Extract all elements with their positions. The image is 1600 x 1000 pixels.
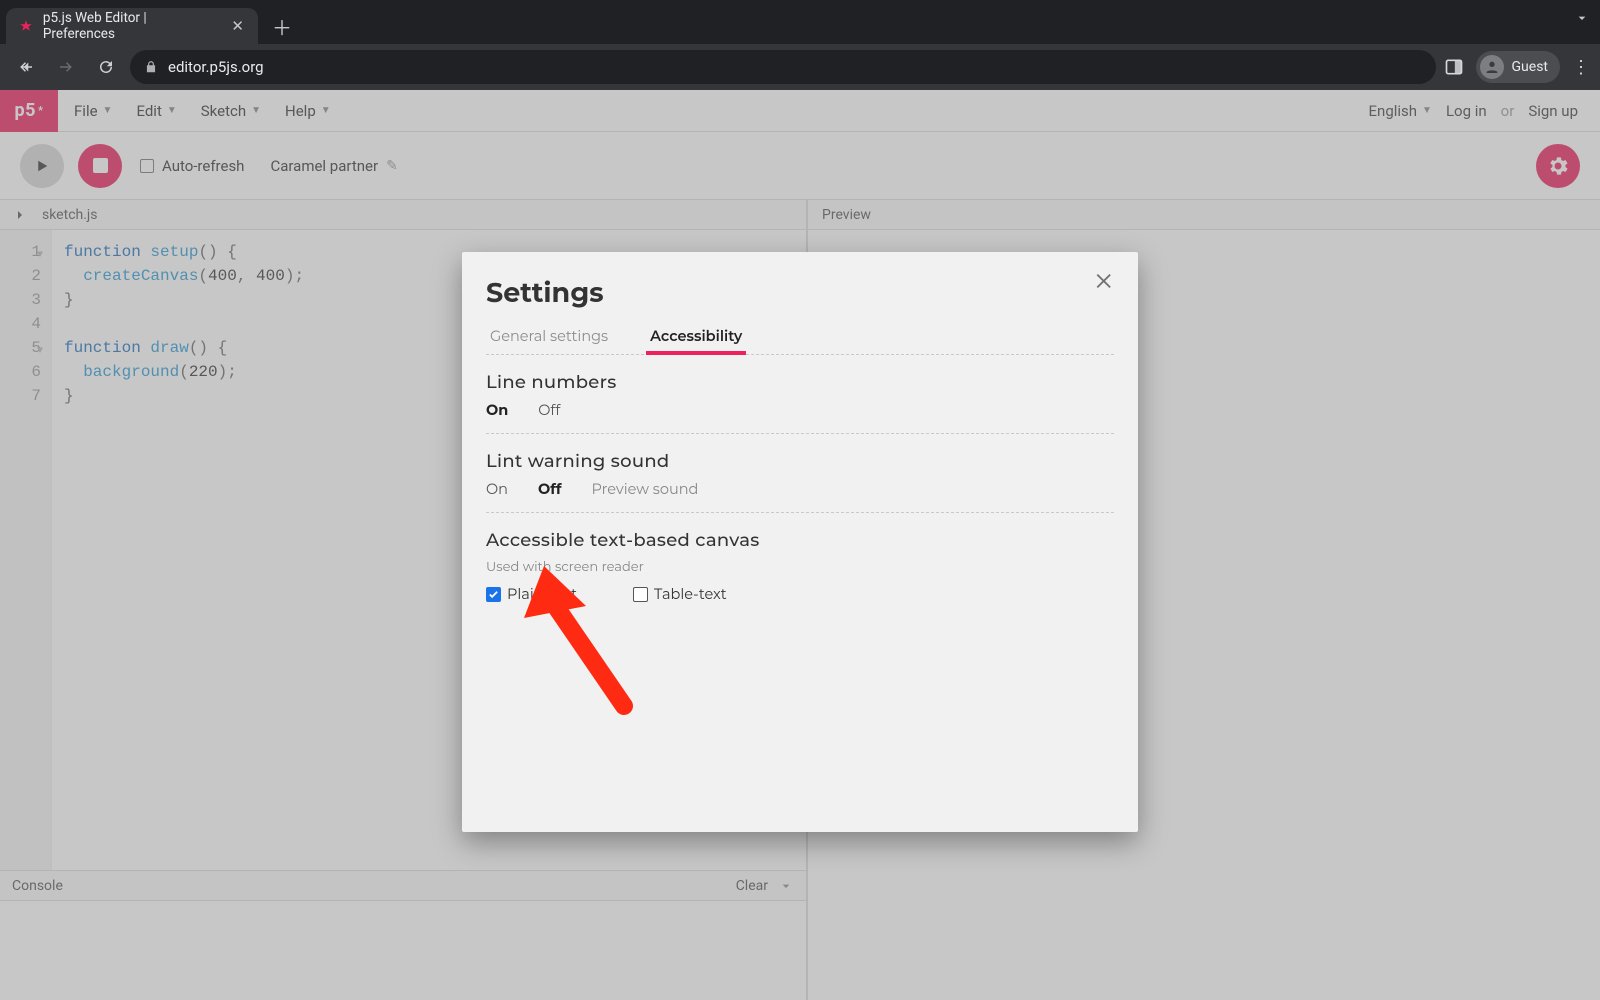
forward-button[interactable] bbox=[50, 51, 82, 83]
settings-title: Settings bbox=[486, 276, 1114, 309]
close-modal-button[interactable] bbox=[1094, 270, 1116, 292]
tab-accessibility[interactable]: Accessibility bbox=[646, 327, 746, 354]
p5-editor-app: p5* File▼ Edit▼ Sketch▼ Help▼ English▼ L… bbox=[0, 90, 1600, 1000]
section-title: Lint warning sound bbox=[486, 450, 1114, 472]
checkbox-checked-icon bbox=[486, 587, 501, 602]
side-panel-icon[interactable] bbox=[1444, 57, 1464, 77]
preview-sound-button[interactable]: Preview sound bbox=[592, 480, 699, 498]
close-tab-icon[interactable]: ✕ bbox=[229, 17, 246, 36]
line-numbers-on[interactable]: On bbox=[486, 401, 508, 419]
tab-strip: p5.js Web Editor | Preferences ✕ ＋ bbox=[0, 0, 1600, 44]
section-title: Line numbers bbox=[486, 371, 1114, 393]
settings-modal: Settings General settings Accessibility … bbox=[462, 252, 1138, 832]
reload-button[interactable] bbox=[90, 51, 122, 83]
checkbox-unchecked-icon bbox=[633, 587, 648, 602]
section-accessible-canvas: Accessible text-based canvas Used with s… bbox=[486, 513, 1114, 617]
section-hint: Used with screen reader bbox=[486, 559, 1114, 575]
menu-icon[interactable]: ⋮ bbox=[1572, 57, 1590, 78]
window-controls bbox=[1574, 10, 1590, 26]
tab-general[interactable]: General settings bbox=[486, 327, 612, 354]
avatar-icon bbox=[1480, 55, 1504, 79]
section-title: Accessible text-based canvas bbox=[486, 529, 1114, 551]
profile-chip[interactable]: Guest bbox=[1476, 51, 1560, 83]
address-bar[interactable]: editor.p5js.org bbox=[130, 50, 1436, 84]
table-text-label: Table-text bbox=[654, 585, 727, 603]
plain-text-label: Plain-text bbox=[507, 585, 577, 603]
back-button[interactable] bbox=[10, 51, 42, 83]
lock-icon bbox=[144, 60, 158, 74]
lint-sound-on[interactable]: On bbox=[486, 480, 508, 498]
table-text-checkbox[interactable]: Table-text bbox=[633, 585, 727, 603]
browser-chrome: p5.js Web Editor | Preferences ✕ ＋ edito… bbox=[0, 0, 1600, 90]
browser-toolbar: editor.p5js.org Guest ⋮ bbox=[0, 44, 1600, 90]
line-numbers-off[interactable]: Off bbox=[538, 401, 560, 419]
tab-title: p5.js Web Editor | Preferences bbox=[43, 10, 221, 42]
plain-text-checkbox[interactable]: Plain-text bbox=[486, 585, 577, 603]
settings-tabs: General settings Accessibility bbox=[486, 327, 1114, 355]
lint-sound-off[interactable]: Off bbox=[538, 480, 562, 498]
browser-tab[interactable]: p5.js Web Editor | Preferences ✕ bbox=[6, 8, 258, 44]
chevron-down-icon[interactable] bbox=[1574, 10, 1590, 26]
profile-label: Guest bbox=[1512, 59, 1548, 75]
url-text: editor.p5js.org bbox=[168, 58, 264, 76]
new-tab-button[interactable]: ＋ bbox=[268, 12, 296, 40]
section-line-numbers: Line numbers On Off bbox=[486, 355, 1114, 434]
section-lint-sound: Lint warning sound On Off Preview sound bbox=[486, 434, 1114, 513]
chrome-right-controls: Guest ⋮ bbox=[1444, 51, 1590, 83]
close-icon bbox=[1094, 270, 1116, 292]
modal-overlay[interactable]: Settings General settings Accessibility … bbox=[0, 90, 1600, 1000]
p5-favicon-icon bbox=[18, 18, 34, 34]
